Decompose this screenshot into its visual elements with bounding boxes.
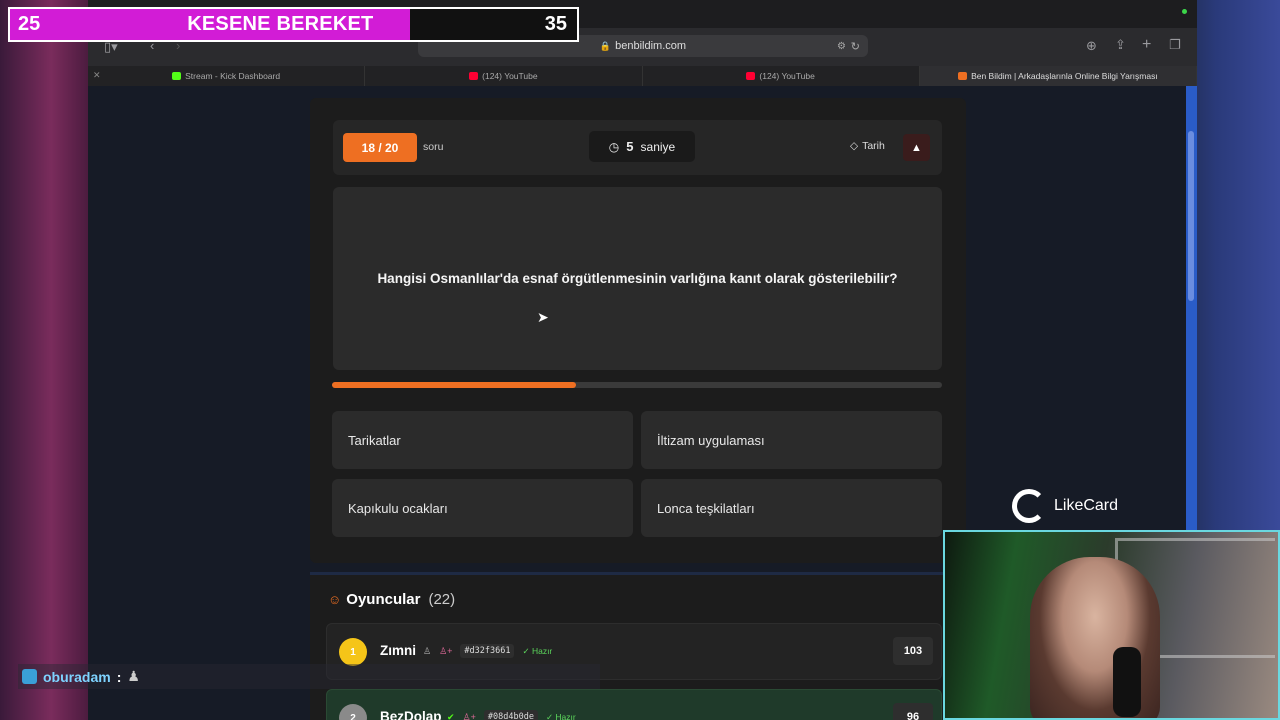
goal-target-value: 35 bbox=[544, 13, 567, 35]
tab-label: (124) YouTube bbox=[482, 71, 538, 81]
tab-label: Stream - Kick Dashboard bbox=[185, 71, 281, 81]
close-tab-icon[interactable]: ✕ bbox=[93, 70, 101, 81]
ready-label: Hazır bbox=[531, 645, 553, 656]
chat-message: oburadam : ♟ bbox=[18, 664, 600, 689]
scrollbar-thumb[interactable] bbox=[1188, 131, 1194, 301]
user-icon: ♙ bbox=[423, 645, 432, 656]
ready-status: ✓ Hazır bbox=[522, 645, 553, 656]
player-hash: #d32f3661 bbox=[460, 644, 515, 658]
time-progress-bar bbox=[332, 382, 942, 388]
tab-label: (124) YouTube bbox=[759, 71, 815, 81]
add-friend-icon[interactable]: ♙+ bbox=[463, 712, 476, 720]
player-score: 103 bbox=[893, 637, 933, 665]
goal-progress-bar: 25 KESENE BEREKET 35 bbox=[8, 7, 579, 42]
translate-icon[interactable]: ⚙ bbox=[837, 41, 846, 52]
sponsor-logo: LikeCard bbox=[1012, 489, 1118, 523]
players-title: Oyuncular bbox=[346, 591, 421, 608]
report-button[interactable]: ▲ bbox=[903, 134, 930, 161]
tab-bar: ✕ Stream - Kick Dashboard (124) YouTube … bbox=[88, 66, 1197, 86]
rank-badge: 1 bbox=[339, 638, 367, 666]
chat-username: oburadam bbox=[43, 668, 111, 685]
emote-icon: ♟ bbox=[127, 668, 140, 684]
sponsor-name: LikeCard bbox=[1054, 497, 1119, 514]
add-friend-icon[interactable]: ♙+ bbox=[439, 646, 452, 657]
mouse-cursor-icon: ➤ bbox=[537, 309, 549, 325]
player-name: BezDolap bbox=[380, 709, 442, 720]
download-icon[interactable]: ⊕ bbox=[1086, 38, 1097, 54]
time-progress-fill bbox=[332, 382, 576, 388]
ready-status: ✓ Hazır bbox=[545, 711, 576, 720]
player-meta: ✔ ♙+ #08d4b0de ✓ Hazır bbox=[447, 710, 576, 720]
clock-icon: ◷ bbox=[608, 139, 620, 154]
warning-icon: ▲ bbox=[911, 141, 922, 154]
microphone-icon bbox=[1113, 647, 1141, 717]
url-text: benbildim.com bbox=[615, 40, 687, 52]
answer-option-1[interactable]: Tarikatlar bbox=[332, 411, 633, 469]
chat-separator: : bbox=[116, 668, 122, 685]
reload-icon[interactable]: ↻ bbox=[851, 40, 860, 53]
question-box: Hangisi Osmanlılar'da esnaf örgütlenmesi… bbox=[333, 187, 942, 370]
share-icon[interactable]: ⇪ bbox=[1115, 37, 1126, 53]
likecard-logo-icon bbox=[1012, 489, 1046, 523]
goal-title: KESENE BEREKET bbox=[187, 13, 374, 35]
player-score: 96 bbox=[893, 703, 933, 720]
players-heading: ☺ Oyuncular (22) bbox=[328, 591, 455, 608]
youtube-icon bbox=[469, 72, 479, 80]
tab-benbildim[interactable]: Ben Bildim | Arkadaşlarınla Online Bilgi… bbox=[919, 66, 1197, 86]
players-count: (22) bbox=[428, 591, 456, 608]
webcam-feed bbox=[943, 530, 1280, 720]
player-row: 2 BezDolap ✔ ♙+ #08d4b0de ✓ Hazır 96 bbox=[326, 689, 942, 720]
rank-badge: 2 bbox=[339, 704, 367, 720]
recording-indicator-icon bbox=[1182, 9, 1187, 14]
answer-option-3[interactable]: Kapıkulu ocakları bbox=[332, 479, 633, 537]
answer-option-2[interactable]: İltizam uygulaması bbox=[641, 411, 942, 469]
new-tab-icon[interactable]: + bbox=[1142, 36, 1151, 54]
player-meta: ♙ ♙+ #d32f3661 ✓ Hazır bbox=[423, 644, 552, 658]
question-counter-label: soru bbox=[423, 141, 444, 153]
kick-icon bbox=[172, 72, 182, 80]
category-tag: ◇ Tarih bbox=[850, 140, 885, 152]
tab-youtube-2[interactable]: (124) YouTube bbox=[643, 66, 920, 86]
youtube-icon bbox=[746, 72, 756, 80]
question-text: Hangisi Osmanlılar'da esnaf örgütlenmesi… bbox=[377, 270, 898, 286]
benbildim-icon bbox=[958, 72, 968, 80]
verified-icon: ✔ bbox=[447, 711, 455, 720]
tag-icon: ◇ bbox=[850, 140, 859, 152]
timer-value: 5 bbox=[626, 139, 634, 154]
tab-kick-dashboard[interactable]: Stream - Kick Dashboard bbox=[88, 66, 366, 86]
answer-option-4[interactable]: Lonca teşkilatları bbox=[641, 479, 942, 537]
users-icon: ☺ bbox=[328, 592, 342, 607]
category-label: Tarih bbox=[862, 140, 885, 152]
lock-icon: 🔒 bbox=[599, 40, 612, 51]
tab-overview-icon[interactable]: ❐ bbox=[1169, 37, 1181, 53]
ready-label: Hazır bbox=[555, 711, 576, 720]
chat-badge-icon bbox=[22, 669, 37, 684]
tab-youtube-1[interactable]: (124) YouTube bbox=[365, 66, 643, 86]
timer-unit: saniye bbox=[640, 139, 676, 154]
players-card-divider bbox=[310, 572, 966, 575]
timer: ◷ 5 saniye bbox=[589, 131, 695, 162]
player-name: Zımni bbox=[380, 643, 416, 658]
question-counter: 18 / 20 bbox=[343, 133, 417, 162]
player-hash: #08d4b0de bbox=[483, 710, 538, 720]
goal-current-value: 25 bbox=[18, 13, 41, 35]
tab-label: Ben Bildim | Arkadaşlarınla Online Bilgi… bbox=[971, 71, 1158, 81]
